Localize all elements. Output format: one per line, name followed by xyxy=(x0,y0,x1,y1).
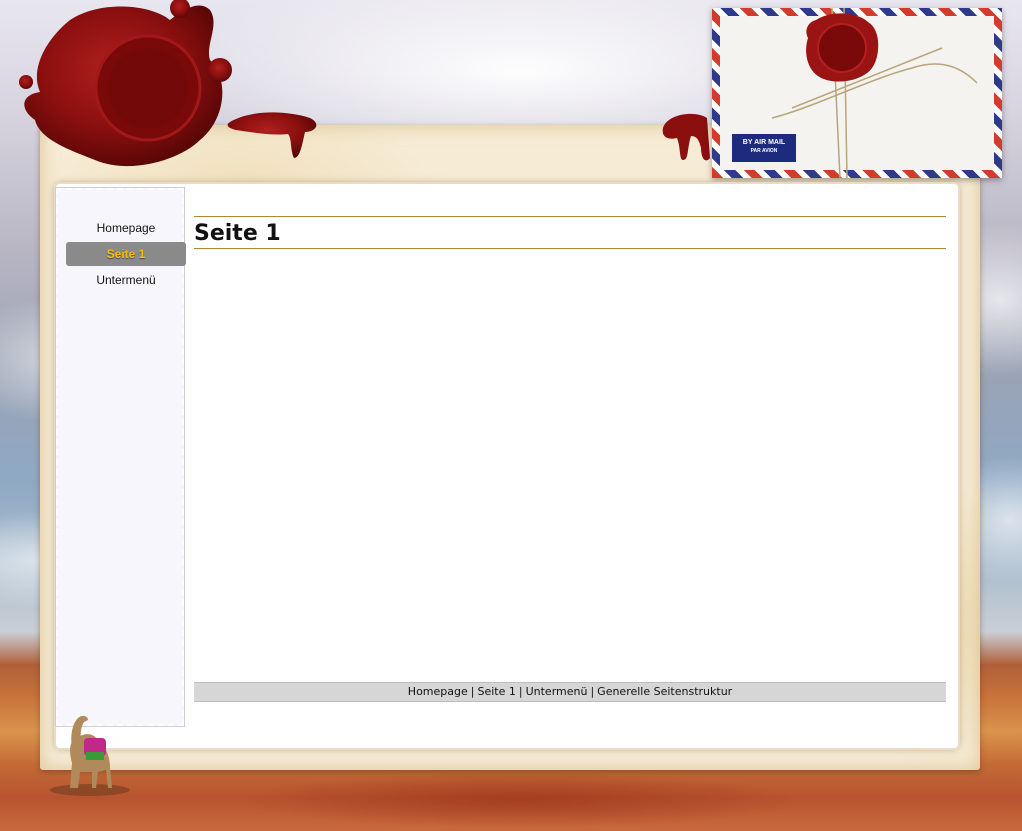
nav-item-homepage[interactable]: Homepage xyxy=(66,216,186,240)
airmail-label-line1: BY AIR MAIL xyxy=(742,139,786,146)
sidebar-nav: Homepage Seite 1 Untermenü xyxy=(66,216,186,294)
content-frame xyxy=(56,184,958,748)
wax-drip-icon xyxy=(662,113,710,161)
footer-separator: | xyxy=(518,685,523,698)
page-title: Seite 1 xyxy=(194,221,281,246)
title-rule-bottom xyxy=(194,248,946,249)
nav-item-seite-1[interactable]: Seite 1 xyxy=(66,242,186,266)
footer-link-sitemap[interactable]: Generelle Seitenstruktur xyxy=(597,685,732,698)
airmail-label-line2: PAR AVION xyxy=(750,148,778,154)
footer-separator: | xyxy=(590,685,595,698)
footer-link-seite-1[interactable]: Seite 1 xyxy=(477,685,515,698)
airmail-envelope: BY AIR MAIL PAR AVION xyxy=(712,8,1002,178)
camel-icon xyxy=(50,715,130,796)
footer-link-untermenu[interactable]: Untermenü xyxy=(526,685,588,698)
airmail-label: BY AIR MAIL PAR AVION xyxy=(732,134,796,162)
envelope-wax-seal-icon xyxy=(806,13,879,82)
footer-nav: Homepage | Seite 1 | Untermenü | Generelle Sei… xyxy=(194,682,946,702)
footer-link-homepage[interactable]: Homepage xyxy=(408,685,468,698)
main-content: Seite 1 xyxy=(194,216,946,249)
sidebar: Homepage Seite 1 Untermenü xyxy=(55,187,186,727)
nav-item-untermenu[interactable]: Untermenü xyxy=(66,268,186,292)
wax-seal-icon xyxy=(19,0,317,167)
